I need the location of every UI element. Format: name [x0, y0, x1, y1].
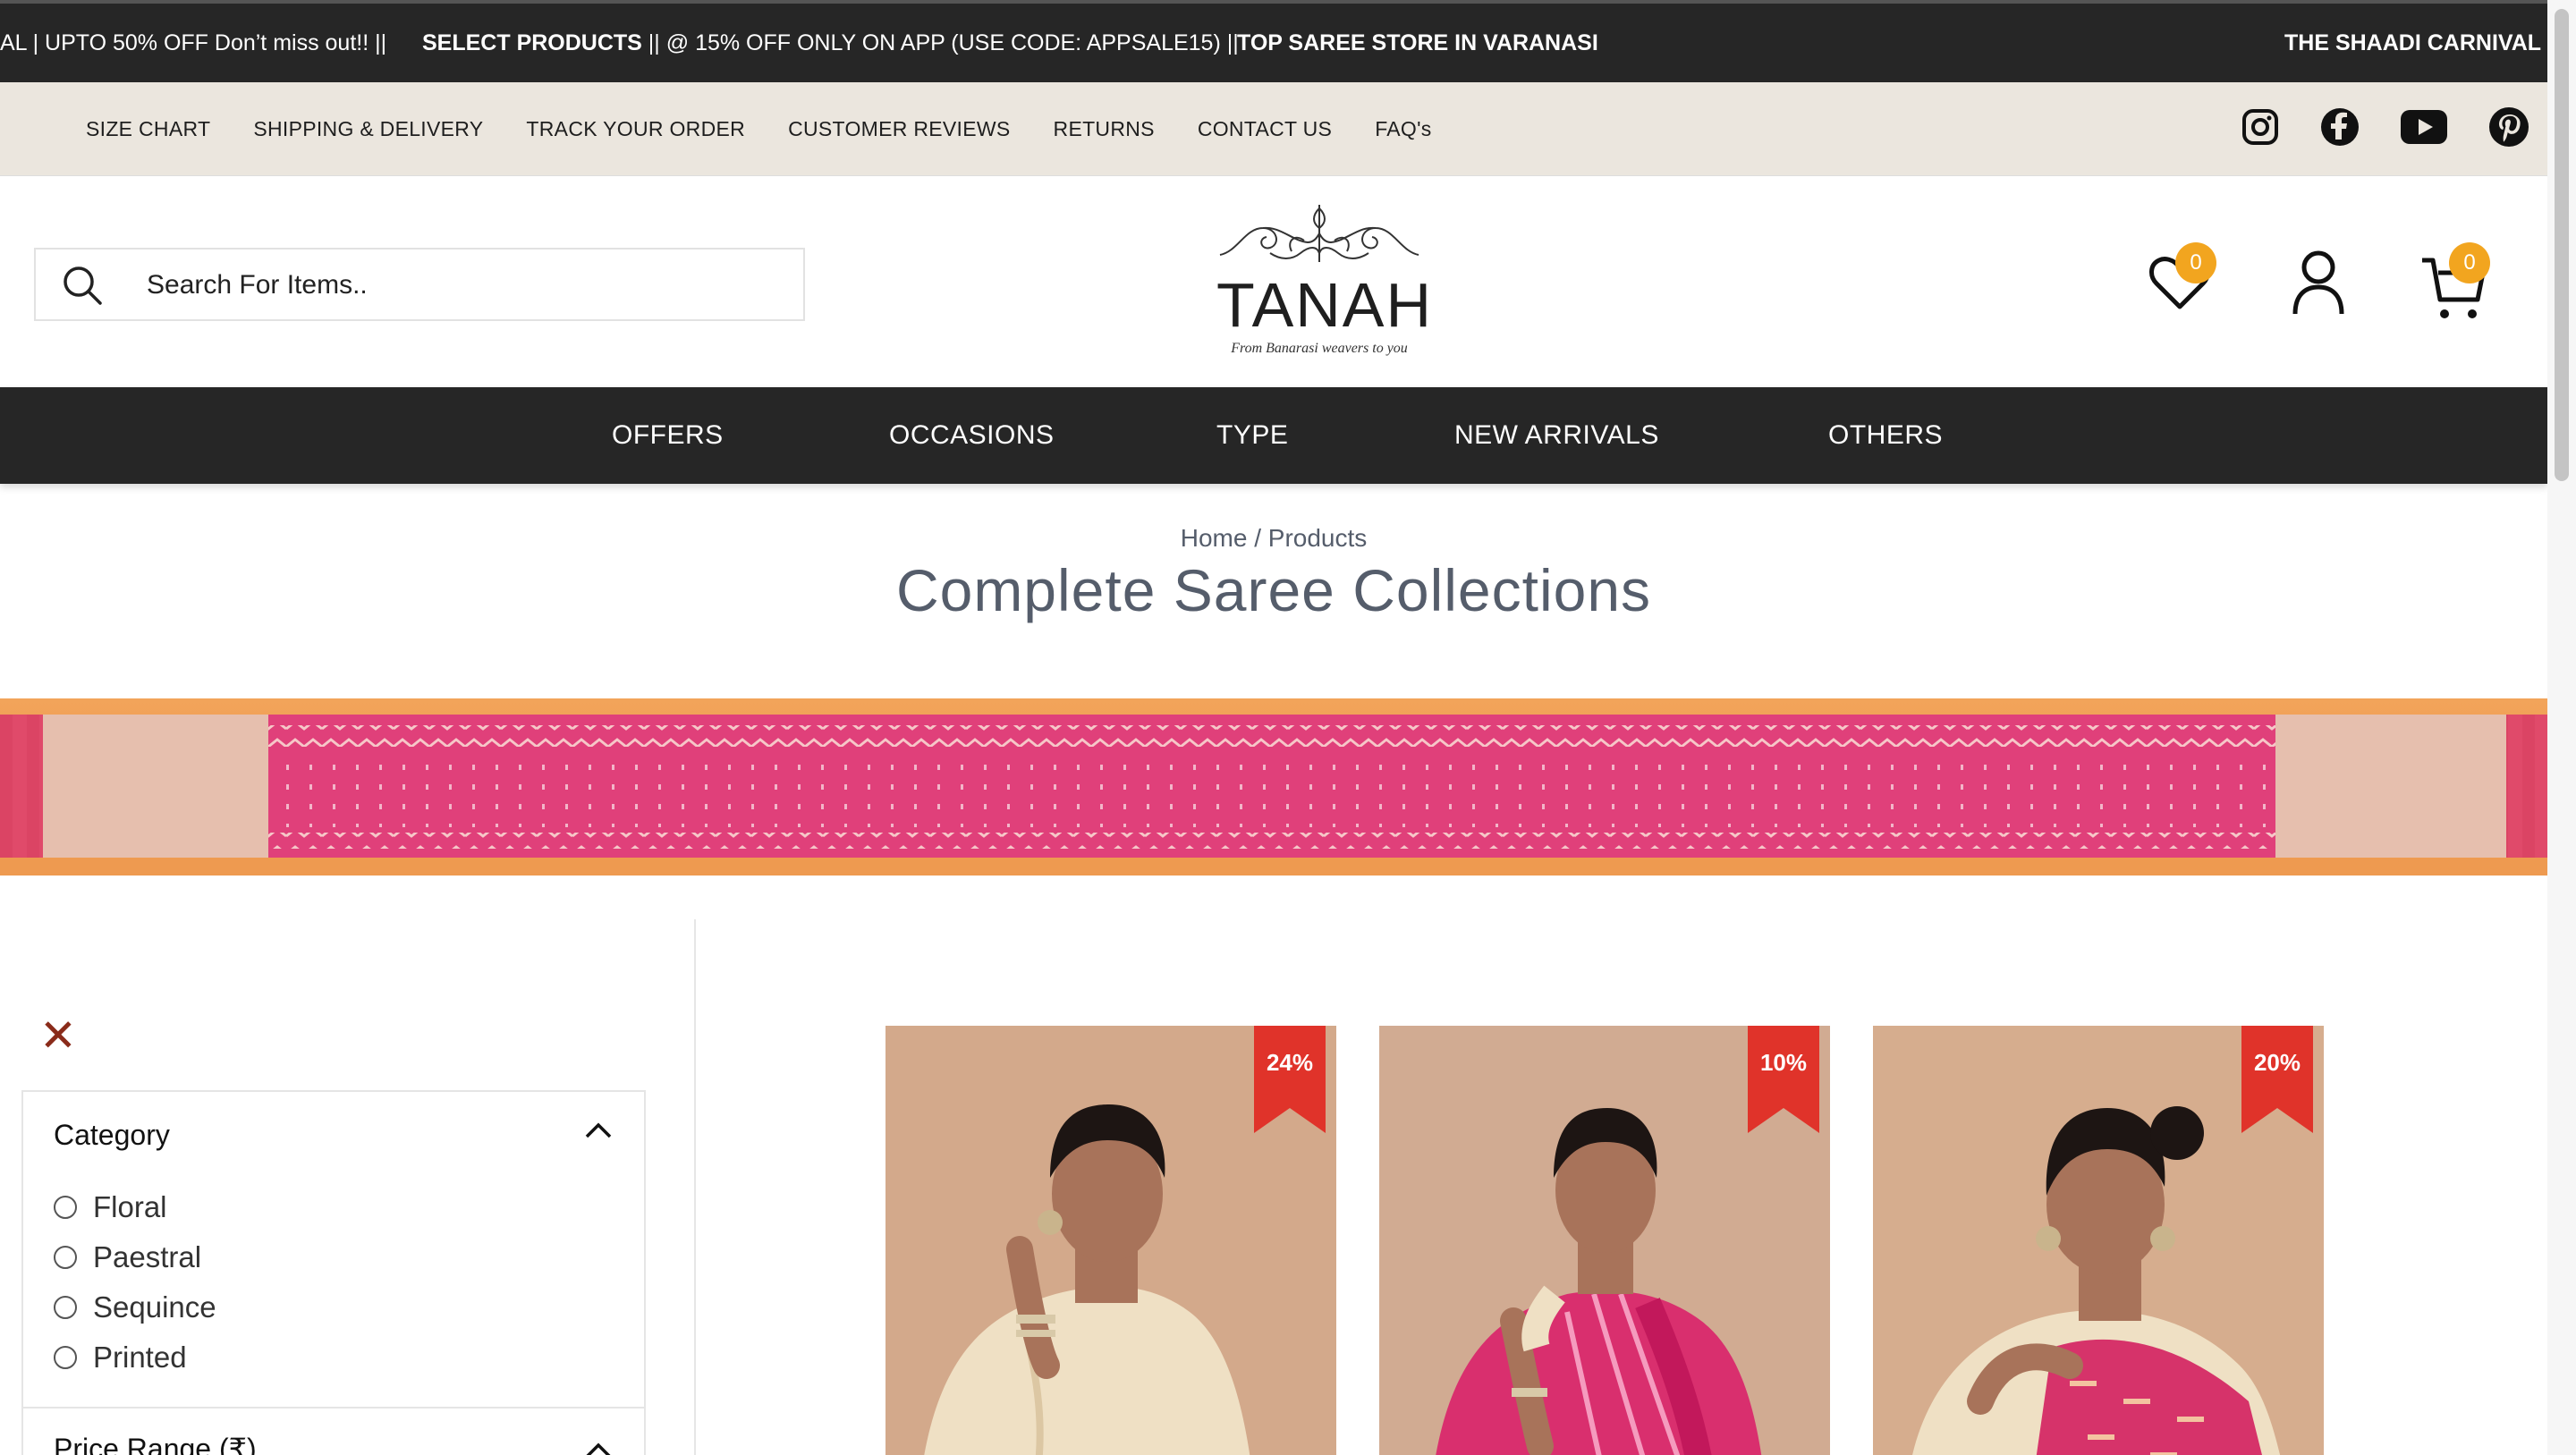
announcement-bar: AL | UPTO 50% OFF Don’t miss out!! || SE…	[0, 0, 2547, 82]
breadcrumb-separator: /	[1254, 524, 1261, 552]
product-card[interactable]: 20%	[1873, 1026, 2324, 1455]
product-card[interactable]: 24%	[886, 1026, 1336, 1455]
filter-divider	[23, 1407, 644, 1408]
header: TANAH From Banarasi weavers to you 0 0	[0, 176, 2547, 387]
collection-banner	[0, 698, 2547, 876]
link-shipping-delivery[interactable]: SHIPPING & DELIVERY	[253, 117, 483, 141]
announcement-text-1: AL | UPTO 50% OFF Don’t miss out!! ||	[0, 30, 387, 55]
scrollbar-thumb[interactable]	[2555, 9, 2569, 481]
category-option-printed[interactable]: Printed	[54, 1340, 187, 1375]
utility-links: SIZE CHART SHIPPING & DELIVERY TRACK YOU…	[86, 82, 1475, 176]
chevron-up-icon[interactable]	[583, 1119, 614, 1145]
user-icon	[2292, 250, 2344, 315]
announcement-text-4: THE SHAADI CARNIVAL |	[2284, 30, 2547, 55]
discount-ribbon: 24%	[1254, 1026, 1326, 1133]
logo-tagline: From Banarasi weavers to you	[1231, 341, 1408, 356]
link-track-order[interactable]: TRACK YOUR ORDER	[526, 117, 745, 141]
nav-offers[interactable]: OFFERS	[612, 387, 724, 484]
radio-button[interactable]	[54, 1196, 77, 1219]
announcement-text-3: TOP SAREE STORE IN VARANASI	[1237, 30, 1598, 55]
page-title: Complete Saree Collections	[895, 557, 1652, 623]
category-option-floral[interactable]: Floral	[54, 1189, 167, 1225]
nav-occasions[interactable]: OCCASIONS	[889, 387, 1055, 484]
radio-button[interactable]	[54, 1346, 77, 1369]
logo-wordmark: TANAH	[1216, 270, 1434, 340]
main-nav: OFFERS OCCASIONS TYPE NEW ARRIVALS OTHER…	[0, 387, 2547, 484]
price-range-heading[interactable]: Price Range (₹)	[54, 1432, 257, 1455]
option-label: Paestral	[93, 1240, 202, 1273]
search-box[interactable]	[34, 248, 805, 321]
page: AL | UPTO 50% OFF Don’t miss out!! || SE…	[0, 0, 2576, 1455]
instagram-icon[interactable]	[2241, 108, 2279, 150]
category-option-paestral[interactable]: Paestral	[54, 1239, 201, 1275]
cart-count-badge: 0	[2449, 242, 2490, 283]
radio-button[interactable]	[54, 1296, 77, 1319]
option-label: Printed	[93, 1341, 187, 1374]
sidebar-divider	[694, 919, 696, 1455]
social-links	[2200, 82, 2529, 176]
youtube-icon[interactable]	[2401, 110, 2447, 148]
option-label: Floral	[93, 1190, 167, 1223]
category-heading[interactable]: Category	[54, 1119, 170, 1152]
search-icon[interactable]	[61, 264, 104, 311]
link-contact-us[interactable]: CONTACT US	[1198, 117, 1332, 141]
logo-emblem	[1219, 205, 1419, 262]
chevron-up-icon[interactable]	[583, 1439, 614, 1455]
site-logo[interactable]: TANAH From Banarasi weavers to you	[1216, 199, 1434, 360]
nav-new-arrivals[interactable]: NEW ARRIVALS	[1454, 387, 1659, 484]
discount-ribbon: 20%	[2241, 1026, 2313, 1133]
search-input[interactable]	[147, 266, 773, 305]
close-filters-button[interactable]: ✕	[39, 1013, 77, 1058]
facebook-icon[interactable]	[2320, 107, 2360, 151]
link-size-chart[interactable]: SIZE CHART	[86, 117, 210, 141]
link-customer-reviews[interactable]: CUSTOMER REVIEWS	[788, 117, 1010, 141]
nav-others[interactable]: OTHERS	[1828, 387, 1943, 484]
category-option-sequince[interactable]: Sequince	[54, 1290, 216, 1325]
discount-label: 24%	[1266, 1049, 1314, 1076]
breadcrumb-home[interactable]: Home	[1181, 524, 1248, 552]
nav-type[interactable]: TYPE	[1216, 387, 1288, 484]
announcement-text-2: SELECT PRODUCTS || @ 15% OFF ONLY ON APP…	[422, 4, 1239, 82]
option-label: Sequince	[93, 1290, 216, 1324]
product-card[interactable]: 10%	[1379, 1026, 1830, 1455]
radio-button[interactable]	[54, 1246, 77, 1269]
link-faqs[interactable]: FAQ's	[1375, 117, 1431, 141]
breadcrumb-current: Products	[1267, 524, 1368, 552]
utility-bar: SIZE CHART SHIPPING & DELIVERY TRACK YOU…	[0, 82, 2547, 176]
site: AL | UPTO 50% OFF Don’t miss out!! || SE…	[0, 0, 2547, 1455]
wishlist-count-badge: 0	[2175, 242, 2216, 283]
link-returns[interactable]: RETURNS	[1054, 117, 1155, 141]
breadcrumb: Home / Products	[0, 524, 2547, 553]
pinterest-icon[interactable]	[2488, 106, 2529, 152]
discount-ribbon: 10%	[1748, 1026, 1819, 1133]
discount-label: 20%	[2253, 1049, 2301, 1076]
announcement-bold: SELECT PRODUCTS	[422, 30, 642, 55]
announcement-rest: || @ 15% OFF ONLY ON APP (USE CODE: APPS…	[641, 30, 1239, 55]
discount-label: 10%	[1759, 1049, 1808, 1076]
account-button[interactable]	[2292, 250, 2345, 320]
filter-panel: Category Floral Paestral Sequince Printe…	[21, 1090, 646, 1455]
